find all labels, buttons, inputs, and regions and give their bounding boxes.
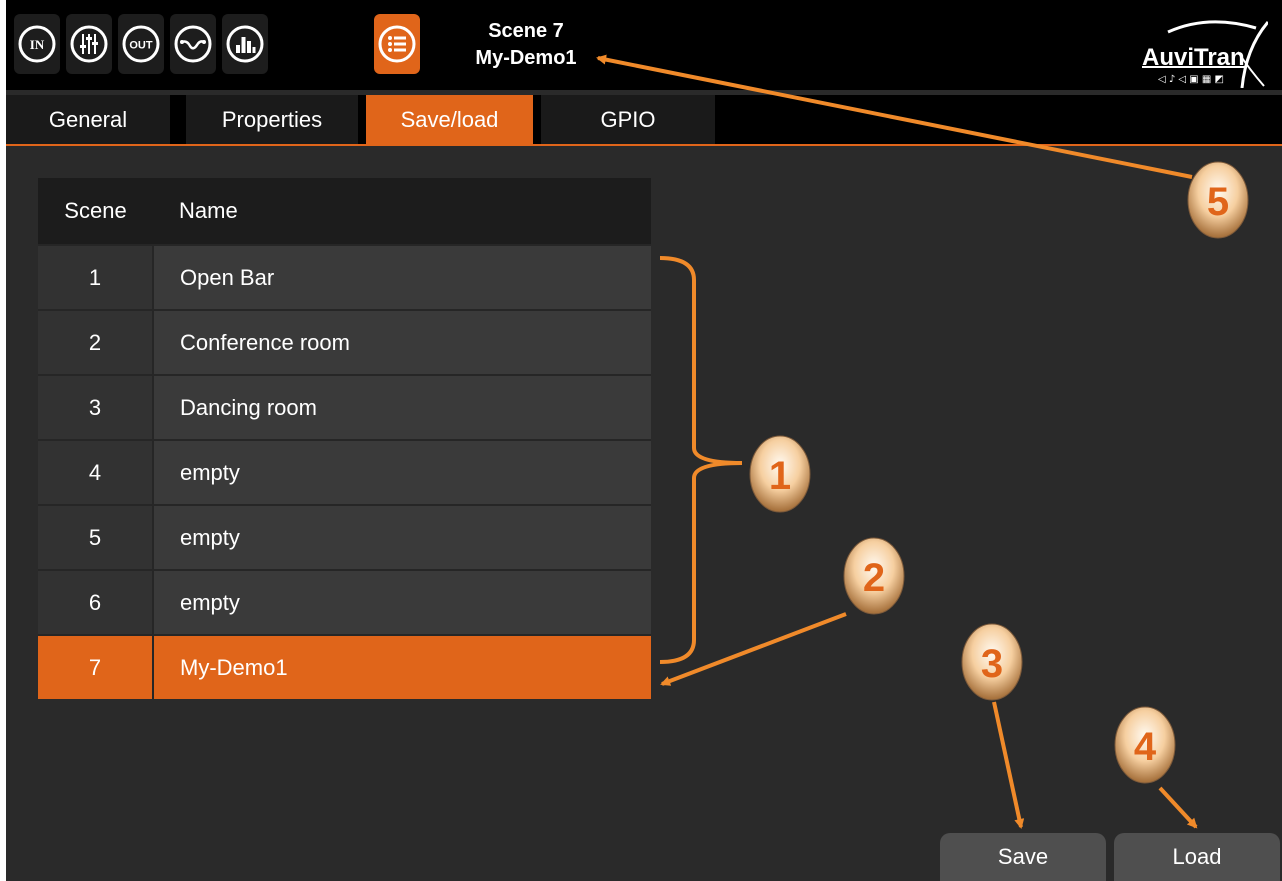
scene-name-label: My-Demo1 (475, 47, 577, 69)
scene-name-cell: Dancing room (153, 374, 651, 440)
mixer-button[interactable] (66, 14, 112, 74)
current-scene-title: Scene 7 My-Demo1 (426, 18, 626, 72)
tab-gpio[interactable]: GPIO (541, 95, 715, 144)
svg-text:◁ ♪ ◁ ▣ ▦ ◩: ◁ ♪ ◁ ▣ ▦ ◩ (1158, 74, 1224, 85)
scene-number-cell: 5 (38, 504, 154, 570)
svg-text:OUT: OUT (129, 40, 153, 52)
app-window: IN OUT Scene 7 My-Demo1 ◁ ♪ ◁ ▣ ▦ ◩ Auvi… (6, 0, 1282, 881)
tab-save-load[interactable]: Save/load (366, 95, 533, 144)
column-header-scene: Scene (38, 178, 153, 245)
scene-number-cell: 1 (38, 244, 154, 310)
table-row[interactable]: 3 Dancing room (38, 374, 651, 440)
scene-name-cell: My-Demo1 (153, 634, 651, 699)
save-button[interactable]: Save (940, 833, 1106, 881)
table-row[interactable]: 5 empty (38, 504, 651, 570)
scene-number-cell: 7 (38, 634, 154, 699)
eq-button[interactable] (170, 14, 216, 74)
scene-name-cell: empty (153, 504, 651, 570)
meters-button[interactable] (222, 14, 268, 74)
brand-name: AuviTran (1142, 44, 1245, 71)
scene-number-cell: 3 (38, 374, 154, 440)
scene-number-label: Scene 7 (488, 20, 564, 42)
tab-properties[interactable]: Properties (186, 95, 358, 144)
scene-list-button[interactable] (374, 14, 420, 74)
meter-bars-icon (226, 25, 264, 63)
list-icon (378, 25, 416, 63)
mixer-faders-icon (70, 25, 108, 63)
brand-logo: ◁ ♪ ◁ ▣ ▦ ◩ AuviTran (1138, 18, 1268, 88)
table-row[interactable]: 6 empty (38, 569, 651, 635)
top-bar: IN OUT Scene 7 My-Demo1 ◁ ♪ ◁ ▣ ▦ ◩ Auvi… (6, 0, 1282, 90)
column-header-name: Name (153, 178, 651, 245)
in-icon: IN (18, 25, 56, 63)
tab-bar: General Properties Save/load GPIO (6, 95, 1282, 146)
scene-number-cell: 4 (38, 439, 154, 505)
table-header-row: Scene Name (38, 178, 651, 245)
scene-name-cell: Open Bar (153, 244, 651, 310)
load-button[interactable]: Load (1114, 833, 1280, 881)
table-row[interactable]: 1 Open Bar (38, 244, 651, 310)
output-button[interactable]: OUT (118, 14, 164, 74)
scene-number-cell: 6 (38, 569, 154, 635)
scene-name-cell: empty (153, 569, 651, 635)
svg-text:IN: IN (30, 37, 45, 52)
input-button[interactable]: IN (14, 14, 60, 74)
eq-curve-icon (174, 25, 212, 63)
table-row[interactable]: 2 Conference room (38, 309, 651, 375)
table-row-selected[interactable]: 7 My-Demo1 (38, 634, 651, 699)
scene-name-cell: empty (153, 439, 651, 505)
scene-table: Scene Name 1 Open Bar 2 Conference room … (38, 178, 651, 699)
out-icon: OUT (122, 25, 160, 63)
scene-number-cell: 2 (38, 309, 154, 375)
table-row[interactable]: 4 empty (38, 439, 651, 505)
tab-general[interactable]: General (6, 95, 170, 144)
scene-name-cell: Conference room (153, 309, 651, 375)
